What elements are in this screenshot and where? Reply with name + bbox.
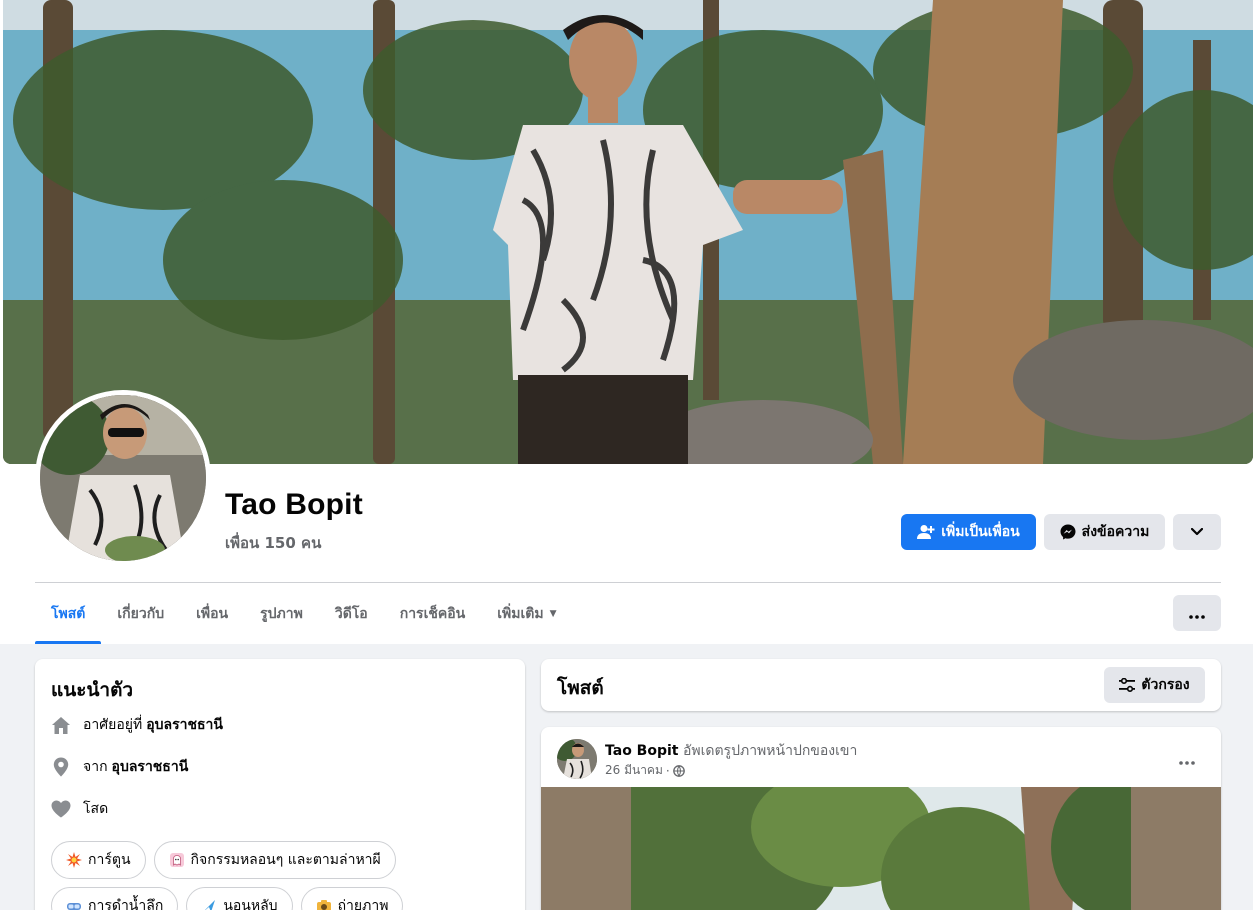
message-button[interactable]: ส่งข้อความ [1044, 514, 1165, 550]
messenger-icon [1060, 524, 1076, 540]
profile-avatar[interactable] [40, 395, 206, 561]
intro-lives-row: อาศัยอยู่ที่ อุบลราชธานี [51, 714, 223, 736]
home-icon [51, 715, 71, 735]
hobby-chip[interactable]: ถ่ายภาพ [300, 887, 404, 910]
friend-count[interactable]: เพื่อน 150 คน [225, 531, 321, 555]
intro-lives-prefix: อาศัยอยู่ที่ [83, 717, 143, 733]
posts-title: โพสต์ [557, 677, 604, 699]
more-dots-icon [1189, 604, 1205, 623]
hobby-label: การ์ตูน [88, 852, 131, 868]
hobby-label: นอนหลับ [223, 898, 278, 910]
hobby-chip[interactable]: กิจกรรมหลอนๆ และตามล่าหาผี [153, 841, 396, 879]
tab-videos[interactable]: วิดีโอ [319, 584, 384, 644]
tab-friends-label: เพื่อน [196, 606, 229, 622]
header-divider [35, 582, 1221, 583]
post-meta-separator: · [665, 763, 670, 778]
more-dots-icon [1179, 750, 1195, 769]
tab-more[interactable]: เพิ่มเติม ▼ [481, 584, 572, 644]
cover-photo[interactable] [3, 0, 1253, 464]
filter-icon [1119, 678, 1136, 692]
intro-relationship-row: โสด [51, 798, 108, 820]
post-options-button[interactable] [1169, 741, 1205, 777]
profile-name: Tao Bopit [225, 488, 363, 521]
hobby-label: การดำน้ำลึก [88, 898, 164, 910]
ghost-icon [169, 852, 185, 868]
avatar-image [40, 395, 206, 561]
tab-videos-label: วิดีโอ [334, 606, 368, 622]
hobby-chip[interactable]: การ์ตูน [51, 841, 146, 879]
tab-about[interactable]: เกี่ยวกับ [101, 584, 180, 644]
explosion-icon [66, 852, 82, 868]
post-meta: 26 มีนาคม · [605, 761, 685, 780]
profile-tabs: โพสต์ เกี่ยวกับ เพื่อน รูปภาพ วิดีโอ การ… [35, 584, 573, 644]
mask-icon [66, 898, 82, 910]
add-friend-label: เพิ่มเป็นเพื่อน [941, 524, 1020, 540]
hobby-label: กิจกรรมหลอนๆ และตามล่าหาผี [190, 852, 381, 868]
post-action-text: อัพเดตรูปภาพหน้าปกของเขา [682, 743, 858, 759]
intro-card: แนะนำตัว อาศัยอยู่ที่ อุบลราชธานี จาก อุ… [35, 659, 525, 910]
tab-checkins[interactable]: การเช็คอิน [384, 584, 482, 644]
hobby-chip[interactable]: การดำน้ำลึก [51, 887, 179, 910]
tab-photos-label: รูปภาพ [260, 606, 303, 622]
post-photo[interactable] [541, 787, 1221, 910]
intro-from-row: จาก อุบลราชธานี [51, 756, 188, 778]
camera-icon [316, 898, 332, 910]
hobbies-list: การ์ตูน กิจกรรมหลอนๆ และตามล่าหาผี การดำ… [51, 841, 511, 910]
profile-header: Tao Bopit เพื่อน 150 คน เพิ่มเป็นเพื่อน … [0, 0, 1253, 644]
caret-down-icon: ▼ [549, 609, 557, 619]
tab-photos[interactable]: รูปภาพ [244, 584, 319, 644]
tab-posts-label: โพสต์ [51, 606, 86, 622]
intro-from-prefix: จาก [83, 759, 108, 775]
filter-label: ตัวกรอง [1141, 677, 1190, 693]
cover-photo-image [3, 0, 1253, 464]
sleep-icon [201, 898, 217, 910]
hobby-chip[interactable]: นอนหลับ [186, 887, 293, 910]
post-author-avatar[interactable] [557, 739, 597, 779]
heart-icon [51, 799, 71, 819]
posts-header-card: โพสต์ ตัวกรอง [541, 659, 1221, 711]
intro-title: แนะนำตัว [51, 679, 134, 701]
hobby-label: ถ่ายภาพ [337, 898, 389, 910]
intro-lives-value[interactable]: อุบลราชธานี [146, 714, 223, 736]
filter-button[interactable]: ตัวกรอง [1104, 667, 1205, 703]
intro-from-value[interactable]: อุบลราชธานี [112, 756, 189, 778]
post-photo-image [631, 787, 1131, 910]
profile-options-button[interactable] [1173, 514, 1221, 550]
intro-relationship: โสด [83, 801, 109, 817]
post-author-name[interactable]: Tao Bopit [605, 743, 679, 759]
message-label: ส่งข้อความ [1081, 524, 1150, 540]
tab-checkins-label: การเช็คอิน [399, 606, 466, 622]
post-card: Tao Bopit อัพเดตรูปภาพหน้าปกของเขา 26 มี… [541, 727, 1221, 910]
add-person-icon [917, 524, 935, 540]
post-author-line: Tao Bopit อัพเดตรูปภาพหน้าปกของเขา [605, 740, 857, 762]
chevron-down-icon [1190, 524, 1204, 540]
tab-posts[interactable]: โพสต์ [35, 584, 102, 644]
tab-friends[interactable]: เพื่อน [180, 584, 244, 644]
post-date[interactable]: 26 มีนาคม [605, 761, 663, 780]
add-friend-button[interactable]: เพิ่มเป็นเพื่อน [901, 514, 1036, 550]
tab-about-label: เกี่ยวกับ [117, 606, 165, 622]
location-pin-icon [51, 757, 71, 777]
post-avatar-image [557, 739, 597, 779]
globe-icon[interactable] [672, 764, 685, 777]
tab-more-label: เพิ่มเติม [497, 606, 544, 622]
tabs-more-options-button[interactable] [1173, 595, 1221, 631]
